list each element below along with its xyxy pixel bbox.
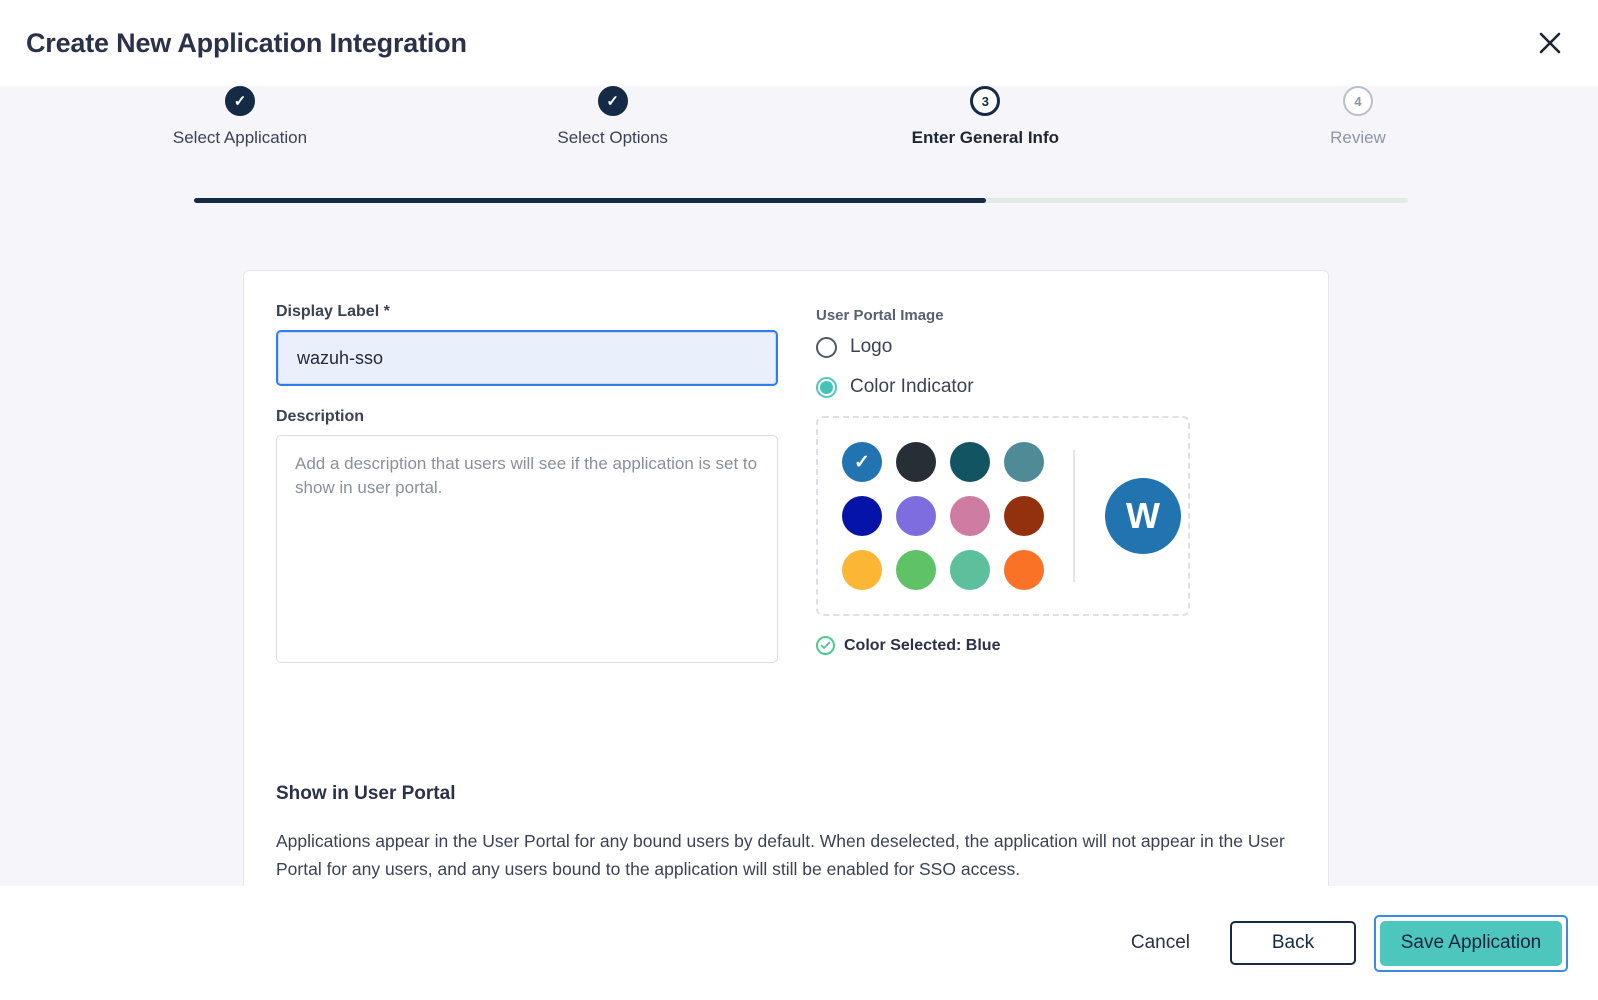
panel-divider	[1073, 450, 1075, 582]
radio-label-logo: Logo	[850, 336, 892, 358]
user-portal-image-label: User Portal Image	[816, 307, 1296, 324]
color-selected-status: Color Selected: Blue	[816, 636, 1296, 655]
color-swatch-orange[interactable]	[1004, 550, 1044, 590]
check-icon: ✓	[234, 94, 247, 109]
color-selected-text: Color Selected: Blue	[844, 637, 1000, 655]
close-glyph	[1537, 30, 1563, 56]
step-circle-2: ✓	[598, 86, 628, 116]
check-glyph	[820, 640, 831, 651]
save-application-button[interactable]: Save Application	[1380, 921, 1562, 966]
stepper-step-enter-general-info[interactable]: 3 Enter General Info	[895, 86, 1075, 148]
step-circle-1: ✓	[225, 86, 255, 116]
show-in-user-portal-section: Show in User Portal Applications appear …	[276, 783, 1296, 886]
color-swatch-grid: ✓	[842, 439, 1051, 594]
color-swatch-blue[interactable]: ✓	[842, 442, 882, 482]
radio-option-logo[interactable]: Logo	[816, 336, 1296, 358]
step-label-4: Review	[1330, 128, 1386, 148]
show-in-user-portal-description: Applications appear in the User Portal f…	[276, 827, 1288, 883]
step-label-1: Select Application	[173, 128, 307, 148]
spacer	[276, 386, 778, 408]
step-circle-4: 4	[1343, 86, 1373, 116]
radio-option-color-indicator[interactable]: Color Indicator	[816, 376, 1296, 398]
form-card: Display Label * Description User Portal …	[243, 270, 1329, 886]
color-swatch-yellow[interactable]	[842, 550, 882, 590]
show-in-user-portal-heading: Show in User Portal	[276, 783, 1296, 805]
color-swatch-teal-dark[interactable]	[950, 442, 990, 482]
stepper-step-review[interactable]: 4 Review	[1268, 86, 1448, 148]
form-left-column: Display Label * Description	[276, 303, 778, 668]
back-button[interactable]: Back	[1230, 921, 1356, 965]
radio-label-color-indicator: Color Indicator	[850, 376, 974, 398]
page-title: Create New Application Integration	[26, 28, 467, 59]
color-picker-panel: ✓	[816, 416, 1190, 616]
color-swatch-green[interactable]	[896, 550, 936, 590]
color-swatch-brown[interactable]	[1004, 496, 1044, 536]
form-card-columns: Display Label * Description User Portal …	[244, 271, 1328, 668]
color-swatch-dark-slate[interactable]	[896, 442, 936, 482]
description-textarea[interactable]	[276, 435, 778, 663]
step-label-2: Select Options	[557, 128, 668, 148]
cancel-button[interactable]: Cancel	[1113, 922, 1208, 964]
close-icon[interactable]	[1528, 21, 1572, 65]
display-label-label: Display Label *	[276, 303, 778, 321]
stepper-step-select-application[interactable]: ✓ Select Application	[150, 86, 330, 148]
stepper-track-fill	[194, 198, 986, 203]
create-application-modal: Create New Application Integration ✓ Sel…	[0, 0, 1598, 1000]
check-icon: ✓	[606, 94, 619, 109]
check-circle-icon	[816, 636, 835, 655]
color-swatch-purple[interactable]	[896, 496, 936, 536]
progress-stepper: ✓ Select Application ✓ Select Options 3 …	[0, 86, 1598, 186]
color-swatch-navy[interactable]	[842, 496, 882, 536]
radio-icon-color-indicator	[816, 377, 837, 398]
check-icon: ✓	[854, 453, 870, 472]
modal-footer: Cancel Back Save Application	[0, 886, 1598, 1000]
modal-body: ✓ Select Application ✓ Select Options 3 …	[0, 86, 1598, 886]
stepper-step-select-options[interactable]: ✓ Select Options	[523, 86, 703, 148]
color-swatch-mint[interactable]	[950, 550, 990, 590]
avatar-preview: W	[1105, 478, 1181, 554]
display-label-input[interactable]	[278, 332, 776, 384]
description-label: Description	[276, 408, 778, 426]
form-right-column: User Portal Image Logo Color Indicator ✓	[816, 303, 1296, 668]
stepper-steps: ✓ Select Application ✓ Select Options 3 …	[0, 86, 1598, 148]
display-label-focus-ring	[276, 330, 778, 386]
step-circle-3: 3	[970, 86, 1000, 116]
color-swatch-teal-muted[interactable]	[1004, 442, 1044, 482]
step-label-3: Enter General Info	[912, 128, 1059, 148]
modal-header: Create New Application Integration	[0, 0, 1598, 86]
save-button-focus-ring: Save Application	[1374, 915, 1568, 972]
radio-icon-logo	[816, 337, 837, 358]
color-swatch-pink[interactable]	[950, 496, 990, 536]
